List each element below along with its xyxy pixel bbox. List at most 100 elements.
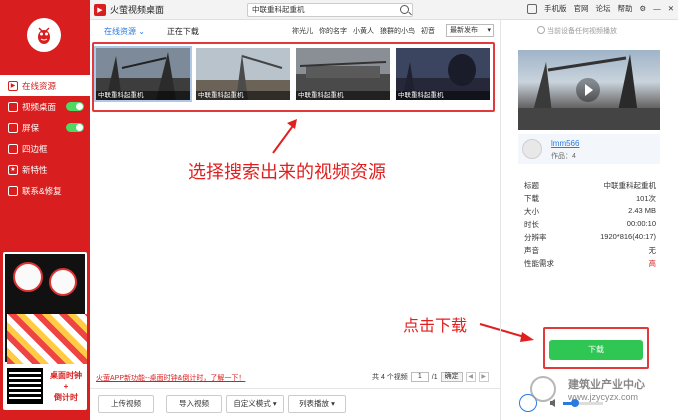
sidebar-item-label: 屏保 <box>22 122 40 133</box>
import-video-button[interactable]: 导入视频 <box>166 395 222 413</box>
chevron-down-icon: ⌄ <box>138 26 145 36</box>
video-title: 中联重科起重机 <box>296 91 390 100</box>
app-icon: ▶ <box>94 3 106 16</box>
prop-row: 分辨率 1920*816(40:17) <box>524 232 656 245</box>
sidebar-item-online-resources[interactable]: ▶ 在线资源 <box>0 75 90 96</box>
video-card[interactable]: 中联重科起重机 <box>94 46 192 108</box>
firefly-logo-icon <box>38 27 50 44</box>
video-title: 中联重科起重机 <box>396 91 490 100</box>
desktop-icon <box>8 101 18 112</box>
promo-decoration <box>7 314 87 364</box>
link-help[interactable]: 帮助 <box>617 3 632 14</box>
tag-item[interactable]: 祢光儿 <box>292 26 313 36</box>
page-confirm-button[interactable]: 确定 <box>440 372 463 382</box>
video-title: 中联重科起重机 <box>96 91 190 100</box>
tag-item[interactable]: 狼群的小鸟 <box>380 26 415 36</box>
sidebar-item-video-desktop[interactable]: 视频桌面 <box>0 96 90 117</box>
link-mobile[interactable]: 手机版 <box>544 3 567 14</box>
sidebar-item-label: 在线资源 <box>22 80 57 91</box>
sidebar-item-new-features[interactable]: ★ 新特性 <box>0 159 90 180</box>
annotation-arrow-icon <box>272 119 297 154</box>
prop-row: 声音 无 <box>524 245 656 258</box>
prop-key: 时长 <box>524 220 539 229</box>
sidebar-item-screensaver[interactable]: 屏保 <box>0 117 90 138</box>
watermark-logo-icon <box>530 376 556 402</box>
prop-key: 标题 <box>524 181 539 190</box>
page-input[interactable]: 1 <box>410 372 429 382</box>
link-website[interactable]: 官网 <box>573 3 588 14</box>
prop-row: 时长 00:00:10 <box>524 219 656 232</box>
video-preview[interactable] <box>518 50 660 130</box>
play-icon[interactable] <box>576 78 600 102</box>
prev-page-icon[interactable]: ◀ <box>465 372 476 382</box>
sidebar-item-label: 联系&修复 <box>22 185 62 196</box>
video-card[interactable]: 中联重科起重机 <box>296 48 390 108</box>
minimize-icon[interactable]: — <box>653 4 661 13</box>
results-highlight-box: 中联重科起重机 中联重科起重机 中联重科起重机 中联重科起重机 <box>92 42 495 112</box>
prop-value: 1920*816(40:17) <box>600 232 656 241</box>
next-page-icon[interactable]: ▶ <box>478 372 489 382</box>
qr-code <box>7 368 43 404</box>
search-icon[interactable] <box>400 5 409 14</box>
download-button[interactable]: 下载 <box>549 340 643 360</box>
prop-value: 00:00:10 <box>626 219 656 228</box>
link-forum[interactable]: 论坛 <box>595 3 610 14</box>
list-play-select[interactable]: 列表播放 ▾ <box>288 395 346 413</box>
device-message: 当前设备任何视频播放 <box>547 28 617 35</box>
tab-label: 在线资源 <box>104 26 136 36</box>
author-name-link[interactable]: lmm566 <box>551 139 579 148</box>
prop-row: 大小 2.43 MB <box>524 206 656 219</box>
pager-total: 共 4 个视频 <box>372 374 408 381</box>
tag-item[interactable]: 小黄人 <box>353 26 374 36</box>
sort-select[interactable]: 最新发布 <box>446 24 494 37</box>
watermark-title: 建筑业产业中心 <box>568 379 645 391</box>
annotation-download-hint: 点击下载 <box>403 318 468 335</box>
settings-icon[interactable]: ⚙ <box>639 4 646 13</box>
author-card: lmm566 作品：4 <box>518 134 660 164</box>
bottom-toolbar: 上传视频 导入视频 自定义模式 ▾ 列表播放 ▾ <box>90 388 500 420</box>
prop-value: 101次 <box>635 194 656 203</box>
prop-value: 无 <box>648 246 657 255</box>
select-label: 列表播放 <box>299 399 330 408</box>
clock-icon <box>49 268 77 296</box>
watermark-url: www.jzycyzx.com <box>568 392 639 402</box>
prop-key: 性能需求 <box>524 259 554 268</box>
sidebar-item-contact-repair[interactable]: 联系&修复 <box>0 180 90 201</box>
tab-online-resources[interactable]: 在线资源 ⌄ <box>104 26 145 37</box>
search-input[interactable]: 中联重科起重机 <box>247 3 413 17</box>
close-icon[interactable]: ✕ <box>668 4 674 13</box>
sidebar-item-label: 新特性 <box>22 164 48 175</box>
video-desktop-toggle[interactable] <box>66 102 84 111</box>
tag-item[interactable]: 你的名字 <box>319 26 347 36</box>
promo-phone-image <box>5 254 87 364</box>
tab-downloading[interactable]: 正在下载 <box>167 26 199 37</box>
prop-value: 高 <box>648 259 657 268</box>
tag-item[interactable]: 初音 <box>421 26 435 36</box>
prop-value: 中联重科起重机 <box>603 181 657 190</box>
promo-line: 桌面时钟 <box>50 371 82 380</box>
prop-row: 性能需求 高 <box>524 258 656 271</box>
pager-of: /1 <box>431 373 438 381</box>
upload-video-button[interactable]: 上传视频 <box>98 395 154 413</box>
avatar[interactable] <box>522 139 542 159</box>
video-card[interactable]: 中联重科起重机 <box>396 48 490 108</box>
feature-notice-link[interactable]: 火萤APP新功能--桌面时钟&倒计时，了解一下！ <box>96 373 245 383</box>
clock-promo-banner[interactable]: 桌面时钟 + 倒计时 <box>3 252 87 410</box>
app-logo <box>27 18 61 52</box>
phone-icon <box>526 3 537 14</box>
filter-bar: 在线资源 ⌄ 正在下载 祢光儿 你的名字 小黄人 狼群的小鸟 初音 最新发布 <box>90 22 500 40</box>
video-card[interactable]: 中联重科起重机 <box>196 48 290 108</box>
screensaver-icon <box>8 122 18 133</box>
promo-line: 倒计时 <box>54 393 78 402</box>
author-works-count: 作品：4 <box>551 153 576 160</box>
sidebar-item-label: 四边框 <box>22 143 48 154</box>
titlebar-links: 手机版 官网 论坛 帮助 ⚙ — ✕ <box>526 3 674 14</box>
sidebar-item-frame[interactable]: 四边框 <box>0 138 90 159</box>
search-value: 中联重科起重机 <box>252 5 305 14</box>
screensaver-toggle[interactable] <box>66 123 84 132</box>
prop-row: 标题 中联重科起重机 <box>524 180 656 193</box>
wrench-icon <box>8 185 18 196</box>
prop-key: 下载 <box>524 194 539 203</box>
custom-mode-select[interactable]: 自定义模式 ▾ <box>226 395 284 413</box>
tag-list: 祢光儿 你的名字 小黄人 狼群的小鸟 初音 <box>292 26 435 36</box>
